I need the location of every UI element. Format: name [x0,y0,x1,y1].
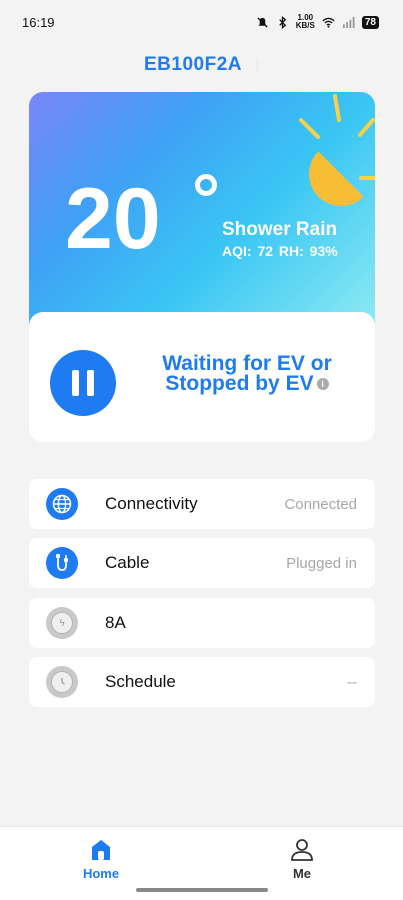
app-screen: 16:19 1.00 KB/S 78 EB100F2A 20 Shower Ra… [0,0,403,900]
row-label: Schedule [105,672,176,691]
status-icons: 1.00 KB/S 78 [256,14,379,30]
info-icon[interactable]: i [316,378,329,391]
lightning-icon: ϟ [51,612,73,634]
current-row[interactable]: ϟ 8A [29,598,375,648]
home-indicator[interactable] [136,888,268,892]
mute-bell-icon [257,16,268,28]
status-bar: 16:19 1.00 KB/S 78 [0,0,403,44]
current-icon: ϟ [46,607,78,639]
nav-me[interactable]: Me [262,837,342,881]
status-line-1: Waiting for EV or [162,352,332,375]
degree-symbol [195,174,217,196]
clock-icon [51,671,73,693]
device-title[interactable]: EB100F2A [0,54,403,76]
connectivity-row[interactable]: Connectivity Connected [29,479,375,529]
row-value: -- [347,673,357,691]
status-time: 16:19 [22,14,55,30]
nav-home[interactable]: Home [61,837,141,881]
status-line-2: Stopped by EV i [147,372,347,395]
row-value: Connected [284,495,357,513]
nav-home-label: Home [82,866,120,881]
pause-button[interactable] [50,350,116,416]
rh-value: RH: 93% [278,243,338,259]
status-line-2-text: Stopped by EV [165,372,314,395]
weather-condition: Shower Rain [222,219,338,240]
title-menu-icon[interactable] [256,58,259,71]
row-label: Cable [105,553,150,572]
row-value: Plugged in [286,554,357,572]
globe-icon [46,488,78,520]
nav-me-label: Me [292,866,312,881]
speed-unit: KB/S [295,21,315,30]
charger-card: 20 Shower Rain AQI: 72 RH: 93% Waiting f… [29,92,375,442]
charging-status-text: Waiting for EV or Stopped by EV i [147,352,347,395]
row-label: Connectivity [105,494,198,513]
cable-row[interactable]: Cable Plugged in [29,538,375,588]
weather-panel: 20 Shower Rain AQI: 72 RH: 93% [29,92,375,328]
cable-icon [46,547,78,579]
sun-icon [299,94,375,206]
bluetooth-icon [279,15,286,29]
aqi-value: AQI: 72 [222,243,274,259]
wifi-icon [322,17,335,28]
row-label: 8A [105,613,126,632]
battery-indicator: 78 [361,15,379,29]
charging-status-panel: Waiting for EV or Stopped by EV i [29,312,375,442]
device-name: EB100F2A [144,54,242,75]
signal-icon [342,16,355,28]
weather-metrics: AQI: 72 RH: 93% [222,243,338,259]
user-icon [291,839,313,861]
temperature-value: 20 [65,171,161,267]
schedule-row[interactable]: Schedule -- [29,657,375,707]
schedule-icon [46,666,78,698]
home-icon [92,840,110,860]
network-speed: 1.00 KB/S [296,14,315,30]
